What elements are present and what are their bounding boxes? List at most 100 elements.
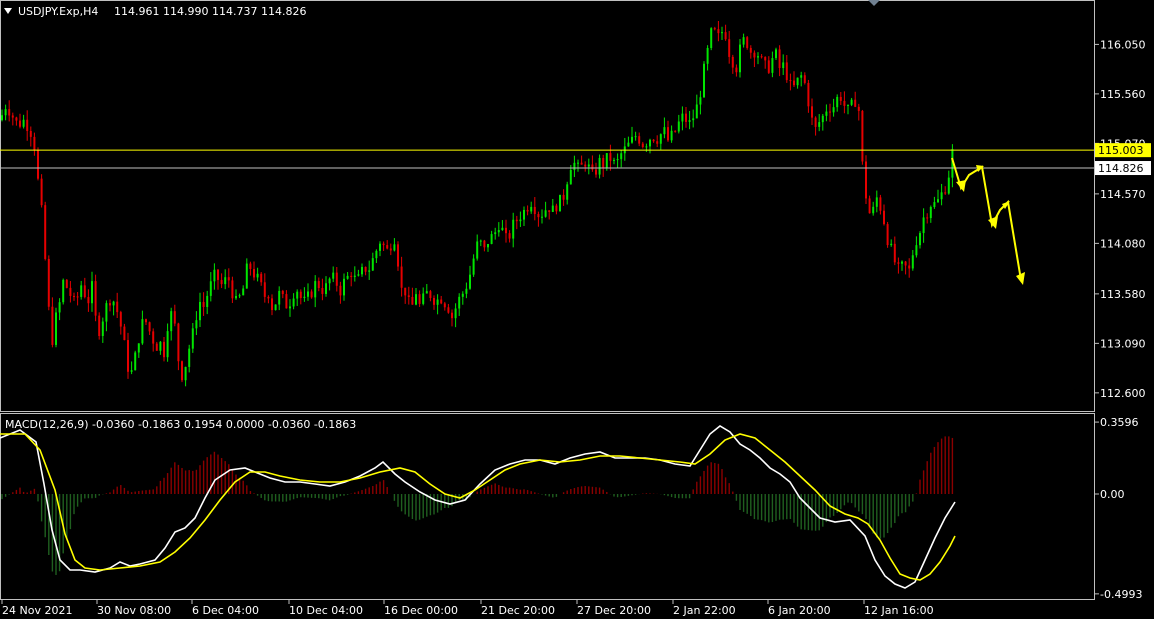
bear-candle bbox=[656, 141, 659, 144]
bear-candle bbox=[760, 56, 763, 58]
macd-title: MACD(12,26,9) bbox=[5, 418, 89, 431]
bear-candle bbox=[155, 343, 158, 351]
bull-candle bbox=[771, 58, 774, 73]
macd-tick-label: 0.3596 bbox=[1100, 416, 1139, 429]
bull-candle bbox=[706, 48, 709, 64]
bear-candle bbox=[735, 67, 738, 73]
bull-candle bbox=[911, 255, 914, 269]
bull-candle bbox=[620, 153, 623, 160]
bear-candle bbox=[260, 273, 263, 283]
bear-candle bbox=[249, 263, 252, 269]
bull-candle bbox=[645, 146, 648, 148]
bull-candle bbox=[170, 311, 173, 332]
bull-candle bbox=[415, 294, 417, 305]
bear-candle bbox=[173, 311, 176, 324]
bear-candle bbox=[897, 262, 900, 264]
bear-candle bbox=[123, 326, 126, 341]
bull-candle bbox=[105, 303, 108, 322]
bull-candle bbox=[458, 296, 461, 309]
bear-candle bbox=[127, 340, 129, 372]
bull-candle bbox=[512, 219, 515, 239]
bear-candle bbox=[562, 194, 565, 200]
bull-candle bbox=[605, 153, 608, 168]
price-tick-label: 116.050 bbox=[1100, 38, 1146, 51]
bear-candle bbox=[713, 28, 716, 30]
bear-candle bbox=[548, 210, 551, 212]
bull-candle bbox=[58, 302, 61, 313]
bull-candle bbox=[55, 312, 57, 345]
bull-candle bbox=[541, 216, 543, 218]
bear-candle bbox=[148, 322, 151, 332]
bull-candle bbox=[519, 219, 522, 222]
bull-candle bbox=[847, 104, 849, 106]
bear-candle bbox=[926, 217, 929, 219]
time-tick-label: 2 Jan 22:00 bbox=[673, 604, 736, 617]
bear-candle bbox=[26, 119, 29, 131]
bull-candle bbox=[530, 206, 533, 212]
trading-chart[interactable]: 116.050115.560115.070114.570114.080113.5… bbox=[0, 0, 1154, 619]
bear-candle bbox=[584, 164, 587, 167]
bid-price-label: 115.003 bbox=[1098, 144, 1144, 157]
bull-candle bbox=[890, 243, 893, 246]
bull-candle bbox=[800, 75, 803, 78]
bear-candle bbox=[109, 303, 111, 306]
bull-candle bbox=[742, 37, 745, 45]
macd-tick-label: -0.4993 bbox=[1100, 588, 1142, 601]
ohlc-values: 114.961 114.990 114.737 114.826 bbox=[114, 5, 306, 18]
bear-candle bbox=[609, 153, 612, 161]
bull-candle bbox=[627, 142, 630, 147]
bear-candle bbox=[163, 341, 165, 358]
price-tick-label: 114.570 bbox=[1100, 188, 1146, 201]
bear-candle bbox=[310, 291, 313, 298]
bull-candle bbox=[631, 136, 633, 143]
bull-candle bbox=[166, 331, 169, 358]
bear-candle bbox=[181, 361, 183, 381]
bear-candle bbox=[299, 291, 302, 299]
bull-candle bbox=[393, 244, 396, 251]
bear-candle bbox=[271, 298, 273, 311]
bear-candle bbox=[382, 243, 385, 246]
bear-candle bbox=[685, 113, 687, 122]
bear-candle bbox=[37, 150, 39, 179]
bull-candle bbox=[929, 207, 932, 219]
bull-candle bbox=[479, 240, 482, 242]
bear-candle bbox=[811, 106, 813, 118]
bull-candle bbox=[296, 291, 299, 299]
bull-candle bbox=[782, 62, 785, 69]
bull-candle bbox=[616, 159, 619, 161]
price-tick-label: 113.580 bbox=[1100, 288, 1146, 301]
bear-candle bbox=[843, 100, 846, 106]
bear-candle bbox=[443, 303, 446, 308]
bull-candle bbox=[933, 202, 936, 208]
bear-candle bbox=[389, 248, 392, 251]
bull-candle bbox=[137, 343, 140, 353]
bear-candle bbox=[778, 49, 781, 69]
bull-candle bbox=[850, 99, 853, 105]
bull-candle bbox=[775, 49, 777, 59]
bull-candle bbox=[832, 107, 835, 113]
bull-candle bbox=[422, 293, 425, 304]
bull-candle bbox=[379, 243, 381, 251]
bull-candle bbox=[818, 122, 821, 127]
bull-candle bbox=[371, 258, 374, 271]
bear-candle bbox=[904, 261, 907, 266]
bear-candle bbox=[364, 266, 367, 272]
bull-candle bbox=[872, 206, 875, 214]
bull-candle bbox=[188, 348, 191, 367]
bull-candle bbox=[757, 56, 759, 58]
bear-candle bbox=[857, 106, 860, 111]
bear-candle bbox=[44, 205, 47, 259]
bull-candle bbox=[681, 113, 684, 122]
bear-candle bbox=[33, 136, 36, 151]
bull-candle bbox=[875, 197, 878, 207]
bull-candle bbox=[62, 279, 65, 303]
bear-candle bbox=[829, 111, 831, 113]
bear-candle bbox=[854, 99, 857, 107]
bull-candle bbox=[649, 139, 651, 147]
bull-candle bbox=[361, 266, 363, 275]
bear-candle bbox=[749, 47, 752, 53]
bull-candle bbox=[688, 120, 691, 122]
bull-candle bbox=[476, 241, 479, 259]
bull-candle bbox=[199, 301, 201, 321]
bear-candle bbox=[350, 275, 353, 278]
